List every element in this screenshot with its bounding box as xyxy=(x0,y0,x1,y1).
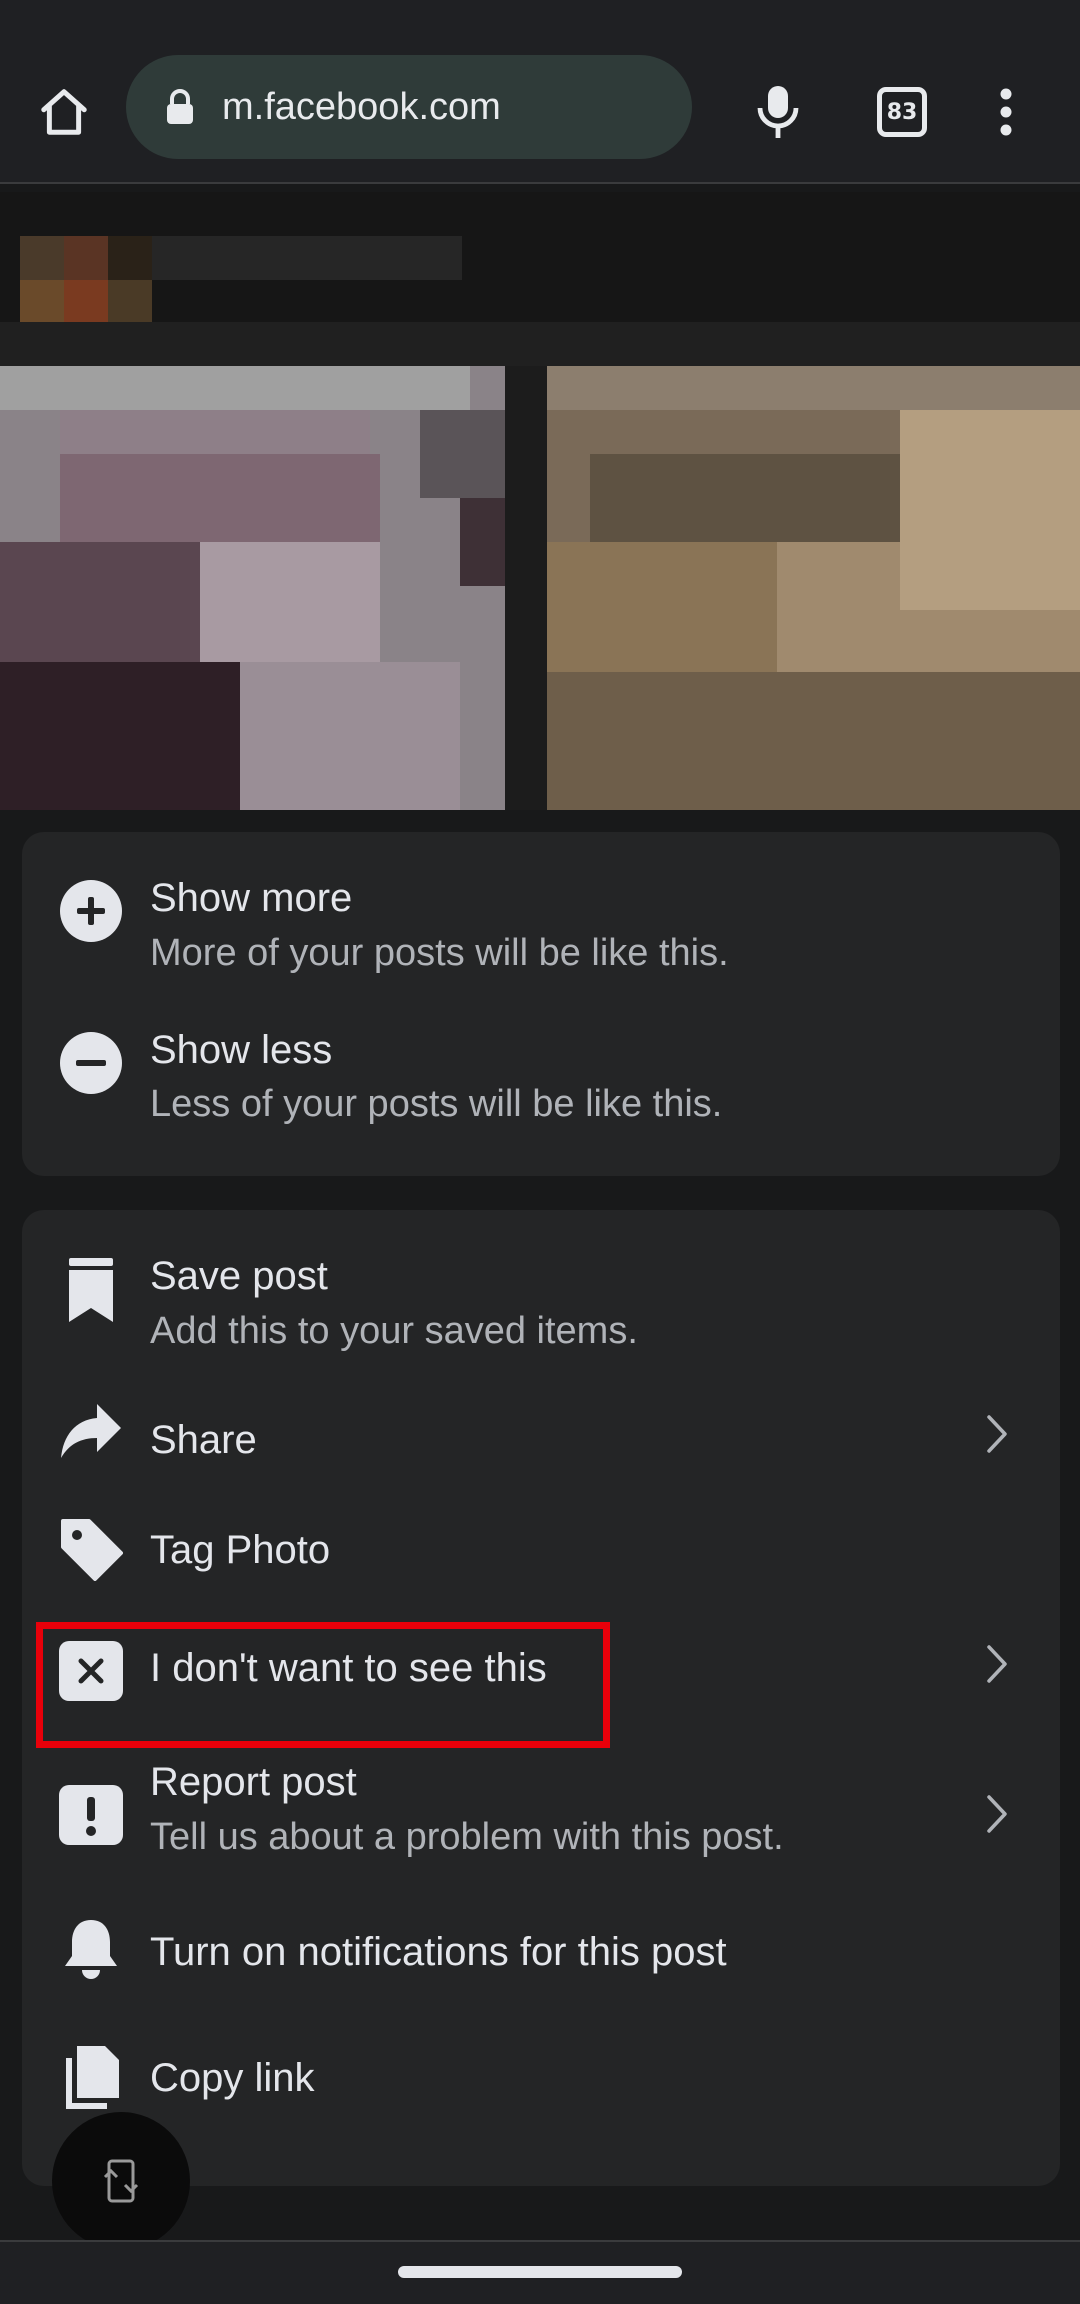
copy-icon xyxy=(58,2044,124,2110)
address-bar[interactable]: m.facebook.com xyxy=(126,55,692,159)
save-post-title: Save post xyxy=(150,1254,328,1298)
report-post-title: Report post xyxy=(150,1760,357,1804)
report-post-subtitle: Tell us about a problem with this post. xyxy=(150,1816,784,1858)
save-post-item[interactable]: Save post Add this to your saved items. xyxy=(22,1210,1060,1360)
tag-icon xyxy=(58,1516,124,1582)
browser-menu-button[interactable] xyxy=(964,70,1048,154)
home-indicator[interactable] xyxy=(398,2266,682,2278)
show-more-item[interactable]: Show more More of your posts will be lik… xyxy=(22,832,1060,988)
report-post-item[interactable]: Report post Tell us about a problem with… xyxy=(22,1738,1060,1888)
post-image xyxy=(0,192,1080,810)
show-less-subtitle: Less of your posts will be like this. xyxy=(150,1083,723,1125)
save-post-subtitle: Add this to your saved items. xyxy=(150,1310,638,1352)
chevron-right-icon xyxy=(982,1792,1012,1836)
tab-count: 83 xyxy=(886,99,918,125)
alert-box-icon xyxy=(58,1782,124,1848)
system-nav-bar xyxy=(0,2240,1080,2304)
more-vert-icon xyxy=(1000,88,1012,136)
show-less-item[interactable]: Show less Less of your posts will be lik… xyxy=(22,988,1060,1144)
bookmark-icon xyxy=(58,1258,124,1324)
notifications-title: Turn on notifications for this post xyxy=(150,1930,727,1974)
tag-photo-item[interactable]: Tag Photo xyxy=(22,1486,1060,1612)
minus-circle-icon xyxy=(58,1030,124,1096)
tag-photo-title: Tag Photo xyxy=(150,1528,331,1572)
rotate-icon xyxy=(103,2159,139,2203)
tabs-icon: 83 xyxy=(877,87,927,137)
notifications-item[interactable]: Turn on notifications for this post xyxy=(22,1888,1060,2014)
lock-icon xyxy=(160,83,200,131)
bell-icon xyxy=(58,1916,124,1982)
mic-icon xyxy=(757,86,799,138)
chevron-right-icon xyxy=(982,1412,1012,1456)
share-icon xyxy=(58,1398,124,1464)
home-icon xyxy=(41,89,87,135)
feedback-options-card: Show more More of your posts will be lik… xyxy=(22,832,1060,1176)
browser-toolbar: m.facebook.com 83 xyxy=(0,0,1080,184)
plus-circle-icon xyxy=(58,878,124,944)
highlight-box xyxy=(36,1622,610,1748)
copy-link-item[interactable]: Copy link xyxy=(22,2014,1060,2140)
tab-switcher-button[interactable]: 83 xyxy=(860,70,944,154)
toolbar-divider xyxy=(0,182,1080,184)
share-item[interactable]: Share xyxy=(22,1360,1060,1486)
show-less-title: Show less xyxy=(150,1028,333,1072)
chevron-right-icon xyxy=(982,1642,1012,1686)
show-more-subtitle: More of your posts will be like this. xyxy=(150,932,729,974)
url-text: m.facebook.com xyxy=(222,85,501,128)
copy-link-title: Copy link xyxy=(150,2056,315,2100)
voice-search-button[interactable] xyxy=(736,70,820,154)
show-more-title: Show more xyxy=(150,876,353,920)
home-button[interactable] xyxy=(22,70,106,154)
rotate-screen-button[interactable] xyxy=(52,2112,190,2250)
share-title: Share xyxy=(150,1418,257,1462)
